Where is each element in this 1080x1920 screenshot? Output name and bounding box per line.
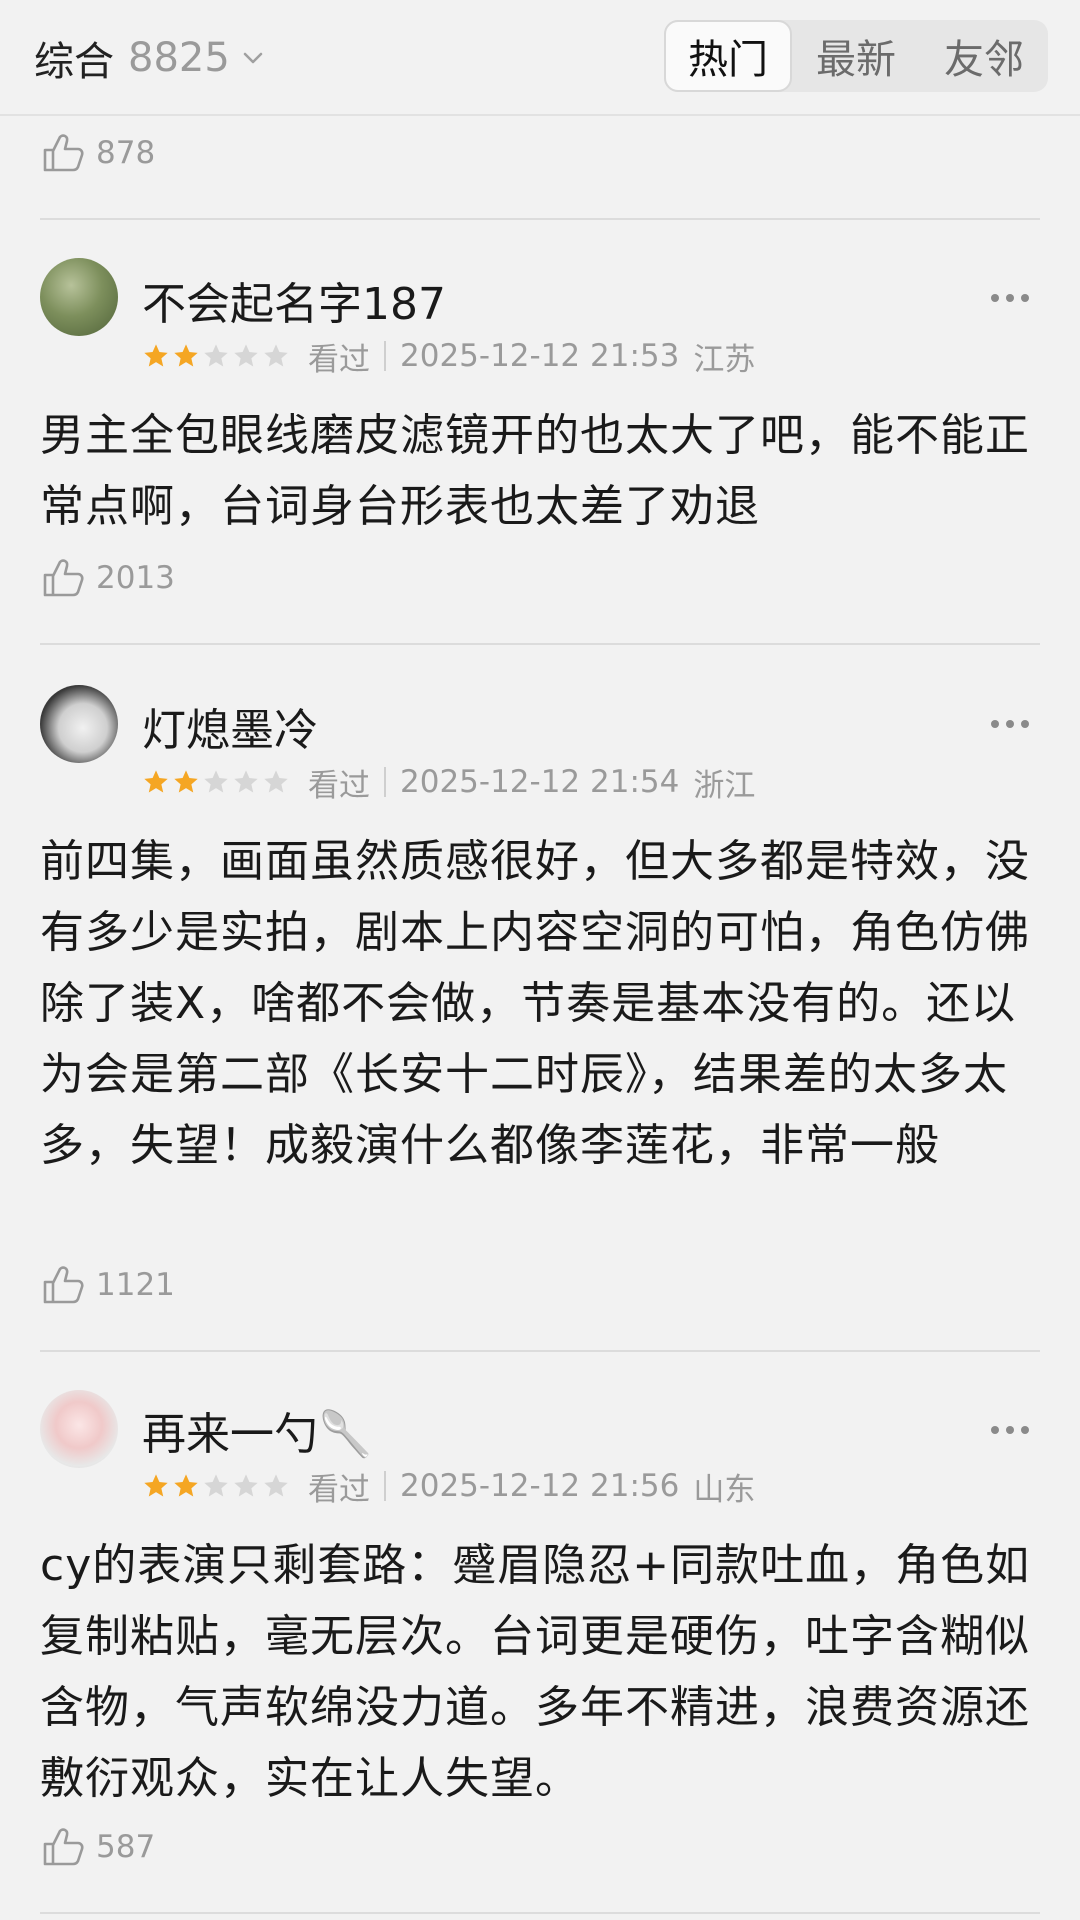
separator: [384, 767, 386, 797]
sort-segmented-control: 热门 最新 友邻: [664, 20, 1048, 92]
star-filled-icon: [174, 344, 198, 367]
watch-status: 看过: [308, 767, 370, 804]
star-empty-icon: [234, 770, 258, 793]
star-empty-icon: [264, 1474, 288, 1497]
star-empty-icon: [264, 770, 288, 793]
region: 江苏: [693, 341, 756, 378]
rating-stars: [142, 342, 292, 370]
thumbs-up-icon: [43, 1828, 84, 1866]
divider: [40, 218, 1040, 220]
star-empty-icon: [204, 344, 228, 367]
like-button[interactable]: 1121: [40, 1262, 175, 1308]
comment-meta: 看过 2025-12-12 21:56 山东: [142, 1466, 756, 1508]
sort-filter-dropdown[interactable]: 综合 8825: [34, 28, 266, 88]
username[interactable]: 再来一勺🥄: [142, 1398, 373, 1462]
filter-label: 综合: [34, 39, 114, 85]
like-count: 587: [96, 1829, 156, 1865]
chevron-down-icon: [243, 52, 263, 64]
divider: [40, 1912, 1040, 1914]
like-count: 878: [96, 135, 156, 171]
more-options-icon[interactable]: [990, 1424, 1030, 1436]
divider: [40, 643, 1040, 645]
star-filled-icon: [144, 1474, 168, 1497]
more-options-icon[interactable]: [990, 718, 1030, 730]
thumbs-up-icon: [43, 559, 84, 597]
separator: [384, 341, 386, 371]
star-empty-icon: [204, 1474, 228, 1497]
avatar[interactable]: [40, 685, 118, 763]
star-empty-icon: [264, 344, 288, 367]
avatar[interactable]: [40, 1390, 118, 1468]
thumbs-up-icon: [43, 134, 84, 172]
comment-text: 前四集，画面虽然质感很好，但大多都是特效，没有多少是实拍，剧本上内容空洞的可怕，…: [40, 836, 1030, 1171]
tab-friends[interactable]: 友邻: [920, 20, 1048, 92]
star-filled-icon: [174, 1474, 198, 1497]
star-empty-icon: [204, 770, 228, 793]
username[interactable]: 不会起名字187: [142, 268, 446, 332]
rating-stars: [142, 768, 292, 796]
star-filled-icon: [144, 344, 168, 367]
tab-hot[interactable]: 热门: [664, 20, 792, 92]
star-empty-icon: [234, 1474, 258, 1497]
more-options-icon[interactable]: [990, 292, 1030, 304]
comment-meta: 看过 2025-12-12 21:53 江苏: [142, 336, 756, 378]
star-filled-icon: [144, 770, 168, 793]
like-count: 1121: [96, 1267, 175, 1303]
like-count: 2013: [96, 560, 175, 596]
divider: [40, 1350, 1040, 1352]
username[interactable]: 灯熄墨冷: [142, 694, 318, 758]
timestamp: 2025-12-12 21:56: [400, 1468, 680, 1504]
tab-latest[interactable]: 最新: [792, 20, 920, 92]
region: 山东: [693, 1471, 756, 1508]
filter-count: 8825: [128, 35, 230, 81]
timestamp: 2025-12-12 21:54: [400, 764, 680, 800]
star-empty-icon: [234, 344, 258, 367]
thumbs-up-icon: [43, 1266, 84, 1304]
avatar[interactable]: [40, 258, 118, 336]
timestamp: 2025-12-12 21:53: [400, 338, 680, 374]
region: 浙江: [693, 767, 756, 804]
like-button[interactable]: 2013: [40, 555, 175, 601]
watch-status: 看过: [308, 341, 370, 378]
star-filled-icon: [174, 770, 198, 793]
comment-text: 男主全包眼线磨皮滤镜开的也太大了吧，能不能正常点啊，台词身台形表也太差了劝退: [40, 410, 1030, 532]
comment-meta: 看过 2025-12-12 21:54 浙江: [142, 762, 756, 804]
header-bar: 综合 8825 热门 最新 友邻: [0, 0, 1080, 116]
comment-text: cy的表演只剩套路：蹙眉隐忍+同款吐血，角色如复制粘贴，毫无层次。台词更是硬伤，…: [40, 1540, 1031, 1804]
watch-status: 看过: [308, 1471, 370, 1508]
rating-stars: [142, 1472, 292, 1500]
separator: [384, 1471, 386, 1501]
like-button[interactable]: 587: [40, 1824, 155, 1870]
like-button[interactable]: 878: [40, 130, 155, 176]
